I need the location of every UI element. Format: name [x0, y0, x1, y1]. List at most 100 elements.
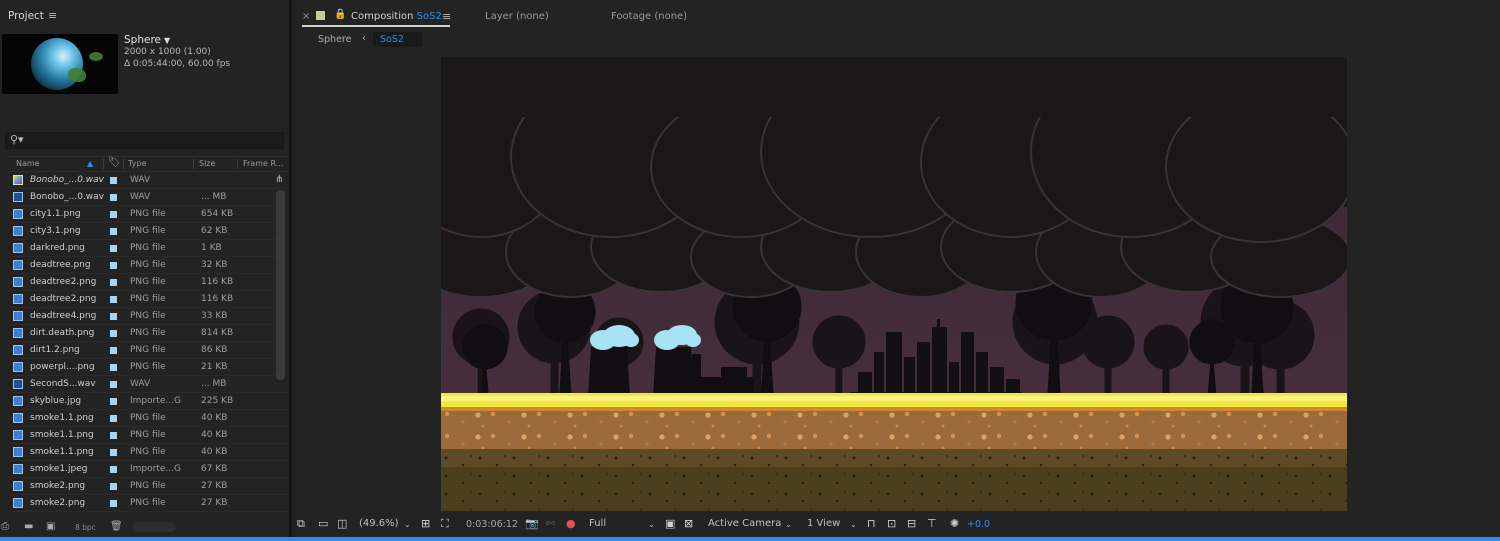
new-folder-icon[interactable]: ▬: [24, 521, 33, 532]
project-search-input[interactable]: ⚲▾: [5, 132, 284, 149]
chevron-down-icon[interactable]: ⌄: [404, 520, 411, 529]
fast-preview-icon[interactable]: ▣: [665, 517, 675, 530]
show-snapshot-icon[interactable]: ⚯: [546, 517, 555, 530]
label-color-swatch[interactable]: [110, 194, 117, 201]
label-color-swatch[interactable]: [110, 228, 117, 235]
project-item-row[interactable]: deadtree2.png PNG file 116 KB: [9, 291, 288, 308]
3d-renderer-icon[interactable]: ⊡: [887, 517, 896, 530]
label-color-swatch[interactable]: [110, 279, 117, 286]
thumbnail-size-slider[interactable]: [132, 522, 176, 532]
comp-color-label[interactable]: [316, 11, 325, 20]
reset-exposure-icon[interactable]: ✺: [950, 517, 959, 530]
label-color-swatch[interactable]: [110, 296, 117, 303]
item-name: city3.1.png: [30, 226, 81, 236]
item-type: PNG file: [130, 447, 166, 457]
label-color-swatch[interactable]: [110, 381, 117, 388]
column-type[interactable]: Type: [128, 159, 146, 168]
column-size[interactable]: Size: [199, 159, 215, 168]
transparency-grid-icon[interactable]: ⊠: [684, 517, 693, 530]
interpret-footage-icon[interactable]: ⎙: [1, 521, 9, 532]
flowchart-icon[interactable]: ⊤: [927, 517, 937, 530]
label-color-swatch[interactable]: [110, 466, 117, 473]
chevron-down-icon[interactable]: ⌄: [850, 520, 857, 529]
view-layout-dropdown[interactable]: 1 View: [807, 518, 840, 529]
lock-icon[interactable]: 🔒: [334, 9, 346, 20]
camera-view-dropdown[interactable]: Active Camera: [708, 518, 781, 529]
project-item-row[interactable]: smoke2.png PNG file 27 KB: [9, 478, 288, 495]
project-item-row[interactable]: Bonobo_...0.wav WAV ⋔: [9, 172, 288, 189]
tab-menu-icon[interactable]: ≡: [442, 10, 451, 23]
label-color-swatch[interactable]: [110, 313, 117, 320]
project-scrollbar[interactable]: [276, 190, 285, 380]
timeline-icon[interactable]: ⊟: [907, 517, 916, 530]
channel-icon[interactable]: ●: [566, 517, 576, 530]
project-item-row[interactable]: smoke1.1.png PNG file 40 KB: [9, 410, 288, 427]
label-color-swatch[interactable]: [110, 211, 117, 218]
project-item-row[interactable]: dirt1.2.png PNG file 86 KB: [9, 342, 288, 359]
chevron-down-icon[interactable]: ⌄: [785, 520, 792, 529]
label-color-swatch[interactable]: [110, 415, 117, 422]
timecode-display[interactable]: 0:03:06:12: [466, 519, 518, 530]
mask-icon[interactable]: ◫: [337, 517, 347, 530]
project-item-row[interactable]: powerpl....png PNG file 21 KB: [9, 359, 288, 376]
project-item-row[interactable]: SecondS...wav WAV ... MB: [9, 376, 288, 393]
toggle-pixel-aspect-icon[interactable]: ⊓: [867, 517, 876, 530]
column-name[interactable]: Name: [16, 159, 40, 168]
project-item-row[interactable]: dirt.death.png PNG file 814 KB: [9, 325, 288, 342]
item-size: 86 KB: [201, 345, 228, 355]
project-item-row[interactable]: Bonobo_...0.wav WAV ... MB: [9, 189, 288, 206]
flowchart-node-icon[interactable]: ⋔: [275, 174, 283, 185]
tab-composition[interactable]: Composition SoS2: [351, 11, 442, 22]
project-item-row[interactable]: deadtree2.png PNG file 116 KB: [9, 274, 288, 291]
close-tab-icon[interactable]: ×: [302, 11, 310, 22]
project-item-row[interactable]: city3.1.png PNG file 62 KB: [9, 223, 288, 240]
image-file-icon: [13, 226, 23, 236]
label-color-swatch[interactable]: [110, 432, 117, 439]
label-color-swatch[interactable]: [110, 364, 117, 371]
snapshot-camera-icon[interactable]: 📷: [525, 517, 539, 530]
item-size: ... MB: [201, 379, 227, 389]
trash-icon[interactable]: 🗑: [110, 521, 123, 532]
project-item-row[interactable]: deadtree4.png PNG file 33 KB: [9, 308, 288, 325]
label-color-swatch[interactable]: [110, 330, 117, 337]
item-size: 1 KB: [201, 243, 222, 253]
label-color-swatch[interactable]: [110, 483, 117, 490]
label-tag-icon[interactable]: 🏷: [108, 157, 121, 168]
project-item-row[interactable]: smoke1.jpeg Importe...G 67 KB: [9, 461, 288, 478]
project-item-row[interactable]: city1.1.png PNG file 654 KB: [9, 206, 288, 223]
label-color-swatch[interactable]: [110, 449, 117, 456]
comp-name[interactable]: Sphere ▼: [124, 34, 170, 46]
monitor-icon[interactable]: ▭: [318, 517, 328, 530]
project-item-row[interactable]: skyblue.jpg Importe...G 225 KB: [9, 393, 288, 410]
label-color-swatch[interactable]: [110, 245, 117, 252]
label-color-swatch[interactable]: [110, 262, 117, 269]
resolution-dropdown[interactable]: Full: [589, 518, 606, 529]
tab-layer[interactable]: Layer (none): [485, 11, 549, 22]
exposure-value[interactable]: +0.0: [967, 519, 990, 530]
sort-arrow-icon[interactable]: ▲: [87, 159, 93, 168]
bit-depth[interactable]: 8 bpc: [75, 523, 96, 532]
breadcrumb-parent[interactable]: Sphere: [318, 34, 351, 45]
label-color-swatch[interactable]: [110, 500, 117, 507]
item-name: smoke1.1.png: [30, 447, 94, 457]
composition-viewer[interactable]: [441, 57, 1347, 511]
magnification-dropdown[interactable]: (49.6%): [359, 518, 399, 529]
project-item-row[interactable]: smoke2.png PNG file 27 KB: [9, 495, 288, 512]
label-color-swatch[interactable]: [110, 347, 117, 354]
breadcrumb-current[interactable]: SoS2: [373, 32, 422, 47]
chevron-left-icon[interactable]: ‹: [362, 33, 366, 44]
column-frame-rate[interactable]: Frame R...: [243, 159, 283, 168]
project-item-row[interactable]: deadtree.png PNG file 32 KB: [9, 257, 288, 274]
project-item-row[interactable]: smoke1.1.png PNG file 40 KB: [9, 427, 288, 444]
label-color-swatch[interactable]: [110, 398, 117, 405]
project-item-row[interactable]: darkred.png PNG file 1 KB: [9, 240, 288, 257]
panel-menu-icon[interactable]: ≡: [48, 9, 57, 22]
new-comp-icon[interactable]: ▣: [46, 521, 55, 532]
always-preview-icon[interactable]: ⧉: [297, 517, 305, 531]
region-of-interest-icon[interactable]: ⛶: [441, 517, 449, 531]
chevron-down-icon[interactable]: ⌄: [648, 520, 655, 529]
grid-guide-icon[interactable]: ⊞: [421, 517, 430, 530]
project-item-row[interactable]: smoke1.1.png PNG file 40 KB: [9, 444, 288, 461]
label-color-swatch[interactable]: [110, 177, 117, 184]
tab-footage[interactable]: Footage (none): [611, 11, 687, 22]
